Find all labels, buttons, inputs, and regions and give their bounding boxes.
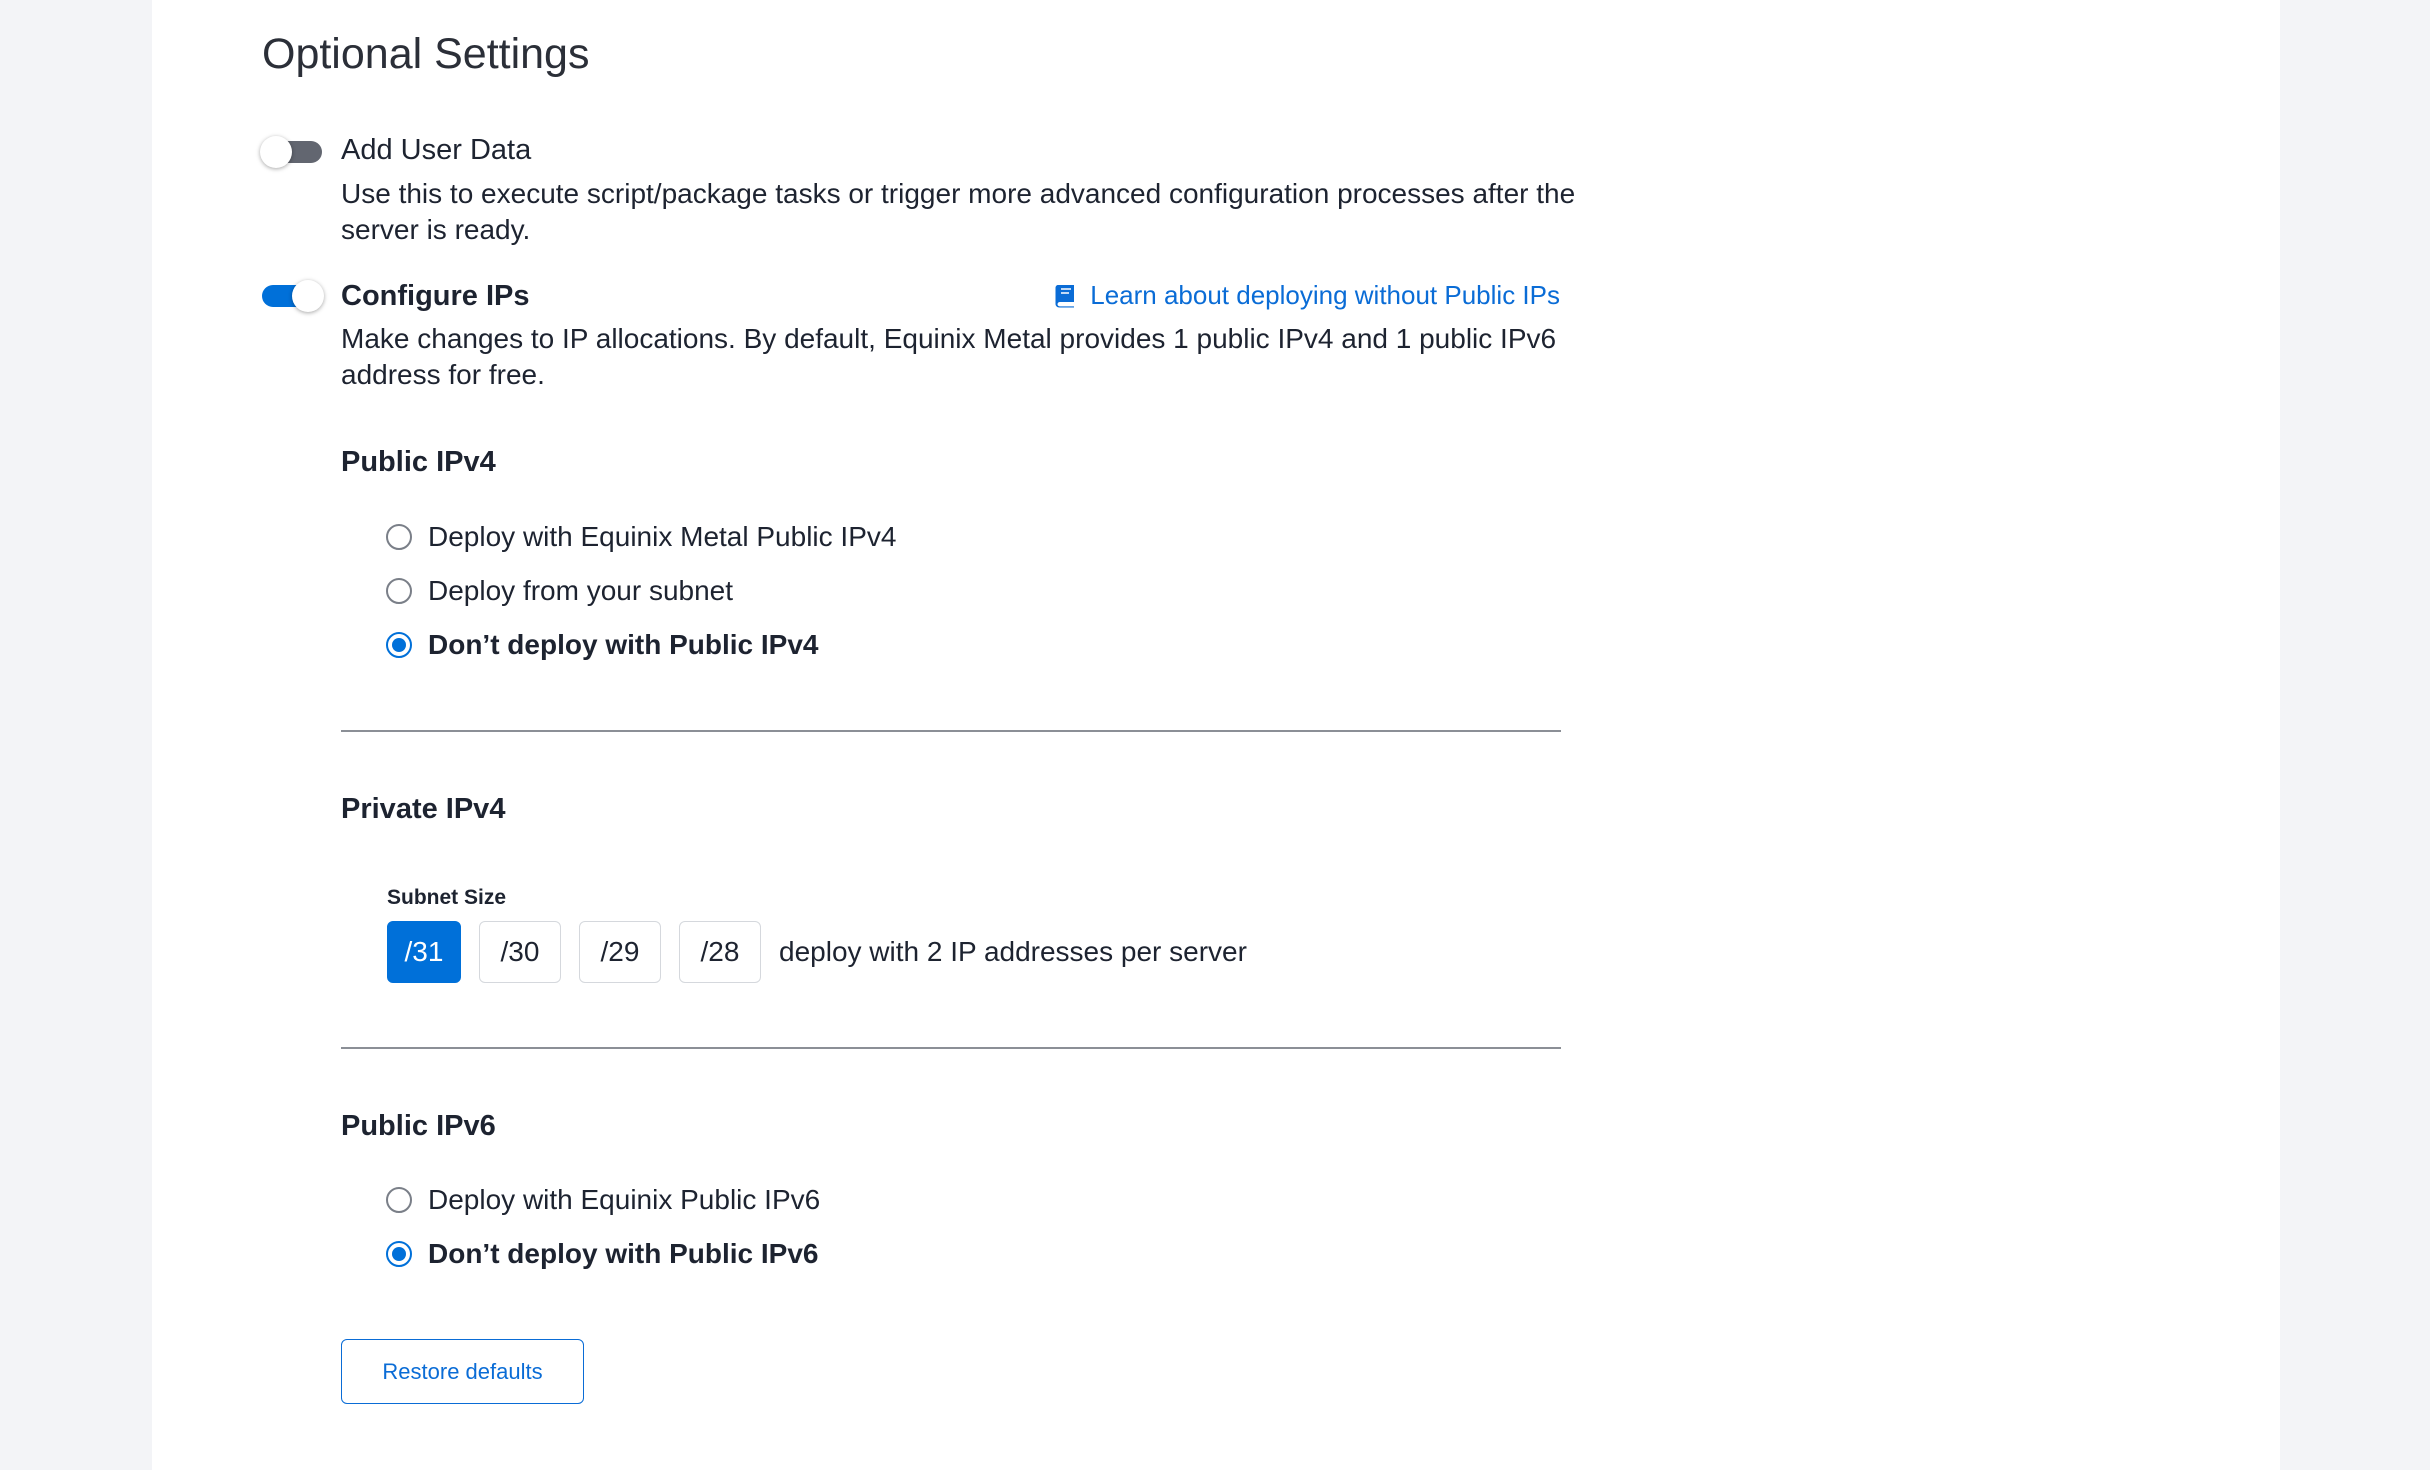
public-ipv6-title: Public IPv6 [341, 1110, 496, 1142]
add-user-data-label: Add User Data [341, 134, 532, 166]
public-ipv4-option-none[interactable]: Don’t deploy with Public IPv4 [386, 629, 818, 661]
subnet-size-label: Subnet Size [387, 886, 507, 909]
configure-ips-label: Configure IPs [341, 280, 530, 312]
toggle-knob [292, 280, 324, 312]
radio-label: Don’t deploy with Public IPv6 [428, 1238, 819, 1269]
book-icon [1054, 284, 1076, 308]
learn-link-label: Learn about deploying without Public IPs [1090, 280, 1560, 310]
restore-defaults-button[interactable]: Restore defaults [341, 1339, 584, 1404]
radio-label: Deploy from your subnet [428, 575, 734, 606]
subnet-size-note: deploy with 2 IP addresses per server [779, 936, 1247, 967]
subnet-size-30-button[interactable]: /30 [479, 921, 561, 983]
public-ipv6-option-equinix[interactable]: Deploy with Equinix Public IPv6 [386, 1184, 820, 1216]
radio-button-selected[interactable] [386, 632, 412, 658]
radio-label: Don’t deploy with Public IPv4 [428, 629, 819, 660]
radio-button-selected[interactable] [386, 1241, 412, 1267]
radio-label: Deploy with Equinix Metal Public IPv4 [428, 521, 897, 552]
subnet-size-selector: /31 /30 /29 /28 deploy with 2 IP address… [387, 921, 1247, 983]
public-ipv4-option-equinix[interactable]: Deploy with Equinix Metal Public IPv4 [386, 521, 896, 553]
page-title: Optional Settings [262, 30, 590, 78]
public-ipv4-option-subnet[interactable]: Deploy from your subnet [386, 575, 733, 607]
private-ipv4-title: Private IPv4 [341, 793, 506, 825]
subnet-size-29-button[interactable]: /29 [579, 921, 661, 983]
radio-label: Deploy with Equinix Public IPv6 [428, 1184, 821, 1215]
radio-button[interactable] [386, 578, 412, 604]
configure-ips-description: Make changes to IP allocations. By defau… [341, 323, 1557, 390]
toggle-knob [260, 136, 292, 168]
add-user-data-description: Use this to execute script/package tasks… [341, 178, 1576, 245]
subnet-size-31-button[interactable]: /31 [387, 921, 461, 983]
add-user-data-toggle[interactable] [260, 136, 322, 168]
section-divider [341, 1047, 1561, 1049]
subnet-size-28-button[interactable]: /28 [679, 921, 761, 983]
section-divider [341, 730, 1561, 732]
radio-button[interactable] [386, 524, 412, 550]
learn-deploying-without-public-ips-link[interactable]: Learn about deploying without Public IPs [1054, 280, 1560, 311]
public-ipv4-title: Public IPv4 [341, 446, 496, 478]
public-ipv6-option-none[interactable]: Don’t deploy with Public IPv6 [386, 1238, 818, 1270]
configure-ips-toggle[interactable] [262, 280, 324, 312]
radio-button[interactable] [386, 1187, 412, 1213]
